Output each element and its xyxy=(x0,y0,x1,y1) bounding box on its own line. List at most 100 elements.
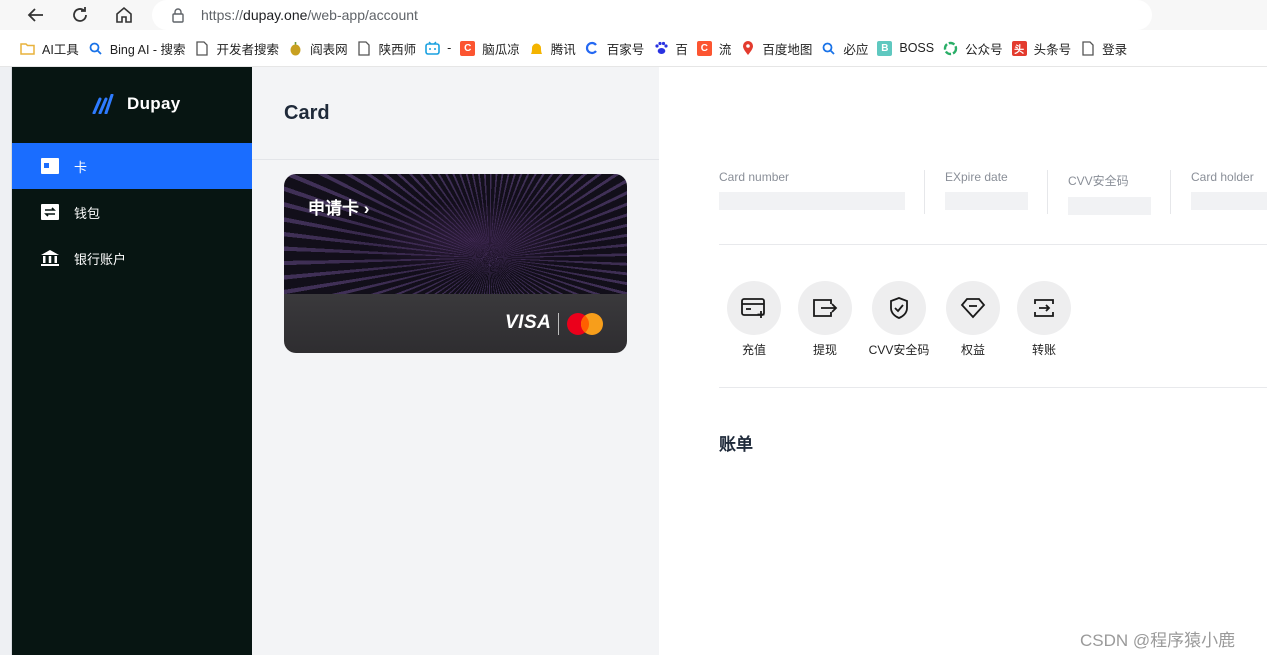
bookmark-item[interactable]: 腾讯 xyxy=(529,36,585,60)
url-scheme: https:// xyxy=(201,7,244,23)
bookmark-label: 百度地图 xyxy=(762,42,813,57)
bookmark-item[interactable]: C流 xyxy=(696,36,741,60)
baidu-icon xyxy=(653,41,668,56)
site-icon xyxy=(288,41,303,56)
bookmark-item[interactable]: 百度地图 xyxy=(740,36,821,60)
apply-card-tile[interactable]: 申请卡 › VISA xyxy=(284,174,627,353)
folder-icon xyxy=(20,41,35,56)
baijia-icon xyxy=(585,41,600,56)
map-pin-icon xyxy=(740,40,755,56)
page-icon xyxy=(357,40,372,56)
mastercard-icon xyxy=(567,313,603,335)
apply-card-link[interactable]: 申请卡 › xyxy=(308,194,369,219)
bookmark-label: AI工具 xyxy=(42,42,79,57)
divider xyxy=(1170,170,1171,214)
url-host: dupay.one xyxy=(243,7,308,23)
bookmark-label: 百 xyxy=(675,42,688,57)
bookmark-item[interactable]: C 脑瓜凉 xyxy=(460,36,529,60)
back-arrow-icon[interactable] xyxy=(23,2,49,28)
bookmark-label: BOSS xyxy=(899,41,935,55)
bookmark-item[interactable]: AI工具 xyxy=(20,36,88,60)
bookmark-label: 流 xyxy=(718,42,732,57)
shield-check-icon xyxy=(890,297,908,319)
transfer-button[interactable]: 转账 xyxy=(1004,281,1084,358)
benefits-button[interactable]: 权益 xyxy=(933,281,1013,358)
sidebar-item-bank-account[interactable]: 银行账户 xyxy=(12,235,252,281)
divider xyxy=(924,170,925,214)
field-label: EXpire date xyxy=(945,170,1008,184)
field-value xyxy=(1068,197,1151,215)
action-label: CVV安全码 xyxy=(868,343,930,357)
action-circle xyxy=(727,281,781,335)
withdraw-button[interactable]: 提现 xyxy=(785,281,865,358)
sidebar-item-card[interactable]: 卡 xyxy=(12,143,252,189)
sidebar-item-label: 钱包 xyxy=(74,205,101,221)
page-icon xyxy=(1080,40,1095,56)
bank-icon xyxy=(40,248,60,268)
bookmark-item[interactable]: 百家号 xyxy=(585,36,654,60)
bookmark-label: 陕西师 xyxy=(378,42,417,57)
browser-toolbar: https://dupay.one/web-app/account xyxy=(0,0,1267,30)
address-bar[interactable]: https://dupay.one/web-app/account xyxy=(152,0,1152,30)
bookmark-item[interactable]: 头头条号 xyxy=(1011,36,1081,60)
search-icon xyxy=(821,41,836,56)
field-value xyxy=(719,192,905,210)
top-up-icon xyxy=(741,298,765,318)
home-icon[interactable] xyxy=(111,2,137,28)
action-label: 转账 xyxy=(1031,343,1056,357)
card-icon xyxy=(40,156,60,176)
field-label: Card number xyxy=(719,170,790,184)
bookmarks-bar: AI工具 Bing AI - 搜索 开发者搜索 阎表网 陕西师 - C 脑瓜凉 腾讯 百家号百 C 流… xyxy=(0,30,1267,67)
sidebar-item-label: 银行账户 xyxy=(74,251,127,267)
bookmark-label: 头条号 xyxy=(1033,42,1072,57)
url-text[interactable]: https://dupay.one/web-app/account xyxy=(201,7,418,23)
action-label: 提现 xyxy=(812,343,837,357)
dupay-logo-icon xyxy=(92,94,114,114)
divider xyxy=(719,244,1267,245)
field-label: Card holder xyxy=(1191,170,1254,184)
action-circle xyxy=(1017,281,1071,335)
reload-icon[interactable] xyxy=(67,2,93,28)
card-number-field: Card number xyxy=(719,170,905,210)
bookmark-item[interactable]: - xyxy=(425,36,460,60)
divider xyxy=(1047,170,1048,214)
qq-icon xyxy=(529,41,544,56)
divider xyxy=(252,159,659,160)
card-artwork xyxy=(284,174,627,294)
bookmark-label: 登录 xyxy=(1102,42,1128,57)
bookmark-item[interactable]: 登录 xyxy=(1080,36,1136,60)
page-title: Card xyxy=(284,102,330,124)
card-panel: Card 申请卡 › VISA xyxy=(252,67,659,655)
bookmark-label: - xyxy=(447,41,452,55)
divider xyxy=(719,387,1267,388)
sidebar-item-label: 卡 xyxy=(74,159,88,175)
bookmark-item[interactable]: Bing AI - 搜索 xyxy=(88,36,195,60)
expire-date-field: EXpire date xyxy=(945,170,1028,210)
watermark: CSDN @程序猿小鹿 xyxy=(1080,631,1236,650)
search-icon xyxy=(88,41,103,56)
page-left-gutter xyxy=(0,67,12,655)
sidebar: Dupay 卡 钱包 银行账户 xyxy=(12,67,252,655)
top-up-button[interactable]: 充值 xyxy=(714,281,794,358)
wallet-icon xyxy=(40,202,60,222)
action-label: 权益 xyxy=(960,343,985,357)
bookmark-item[interactable]: 必应 xyxy=(821,36,877,60)
bookmark-item[interactable]: B BOSS xyxy=(877,36,943,60)
csdn-icon: C xyxy=(460,40,476,56)
dupay-logo[interactable]: Dupay xyxy=(92,94,180,114)
lock-icon[interactable] xyxy=(170,7,186,23)
bookmark-item[interactable]: 陕西师 xyxy=(357,36,426,60)
bookmark-item[interactable]: 阎表网 xyxy=(288,36,357,60)
cvv-button[interactable]: CVV安全码 xyxy=(859,281,939,358)
sidebar-item-wallet[interactable]: 钱包 xyxy=(12,189,252,235)
bookmark-item[interactable]: 百 xyxy=(653,36,697,60)
bookmark-label: 公众号 xyxy=(965,42,1003,57)
action-circle xyxy=(946,281,1000,335)
action-label: 充值 xyxy=(741,343,766,357)
card-holder-field: Card holder xyxy=(1191,170,1267,210)
diamond-icon xyxy=(960,298,986,319)
visa-logo: VISA xyxy=(505,312,552,333)
bookmark-item[interactable]: 公众号 xyxy=(943,36,1012,60)
transfer-icon xyxy=(1034,299,1054,317)
bookmark-item[interactable]: 开发者搜索 xyxy=(195,36,289,60)
